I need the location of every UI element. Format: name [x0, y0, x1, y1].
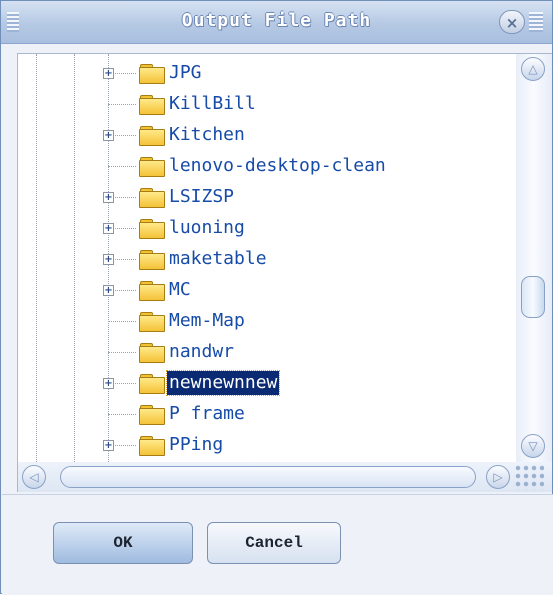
folder-label[interactable]: MC — [169, 278, 191, 302]
ok-button[interactable]: OK — [53, 522, 193, 564]
tree-connector-line — [108, 352, 136, 353]
folder-icon — [139, 156, 165, 177]
scroll-up-button[interactable]: △ — [521, 57, 545, 81]
tree-connector-line — [108, 321, 136, 322]
tree-item[interactable]: + LSIZSP — [18, 185, 513, 209]
tree-item[interactable]: lenovo-desktop-clean — [18, 154, 513, 178]
tree-item[interactable]: + JPG — [18, 61, 513, 85]
horizontal-scroll-thumb[interactable] — [60, 466, 476, 488]
tree-item[interactable]: Mem-Map — [18, 309, 513, 333]
expand-toggle-icon[interactable]: + — [103, 223, 114, 234]
expand-toggle-icon[interactable]: + — [103, 68, 114, 79]
cancel-button[interactable]: Cancel — [207, 522, 341, 564]
tree-item[interactable]: + Kitchen — [18, 123, 513, 147]
folder-label[interactable]: nandwr — [169, 340, 234, 364]
folder-tree-panel: + JPG KillBill + Kitchen lenovo-desktop-clean… — [17, 53, 552, 492]
expand-toggle-icon[interactable]: + — [103, 192, 114, 203]
expand-toggle-icon[interactable]: + — [103, 378, 114, 389]
folder-label[interactable]: maketable — [169, 247, 267, 271]
tree-connector-line — [108, 104, 136, 105]
tree-item[interactable]: + luoning — [18, 216, 513, 240]
folder-icon — [139, 342, 165, 363]
tree-item[interactable]: KillBill — [18, 92, 513, 116]
folder-icon — [139, 94, 165, 115]
scroll-down-button[interactable]: ▽ — [521, 434, 545, 458]
folder-icon — [139, 435, 165, 456]
folder-icon — [139, 63, 165, 84]
expand-toggle-icon[interactable]: + — [103, 254, 114, 265]
horizontal-scrollbar[interactable]: ◁ ▷ — [18, 462, 552, 492]
folder-label[interactable]: lenovo-desktop-clean — [169, 154, 386, 178]
tree-item[interactable]: nandwr — [18, 340, 513, 364]
vertical-scroll-thumb[interactable] — [521, 276, 545, 318]
expand-toggle-icon[interactable]: + — [103, 285, 114, 296]
scroll-right-button[interactable]: ▷ — [486, 465, 510, 489]
folder-label[interactable]: Kitchen — [169, 123, 245, 147]
folder-icon — [139, 187, 165, 208]
tree-item[interactable]: + PPing — [18, 433, 513, 457]
folder-label[interactable]: PPing — [169, 433, 223, 457]
tree-item[interactable]: + MC — [18, 278, 513, 302]
folder-icon — [139, 311, 165, 332]
tree-connector-line — [108, 166, 136, 167]
folder-label[interactable]: P frame — [169, 402, 245, 426]
folder-tree[interactable]: + JPG KillBill + Kitchen lenovo-desktop-clean… — [18, 54, 513, 462]
folder-icon — [139, 249, 165, 270]
folder-label[interactable]: luoning — [169, 216, 245, 240]
output-file-path-dialog: Output File Path × + JPG KillBill + Kitchen l… — [0, 0, 553, 595]
expand-toggle-icon[interactable]: + — [103, 440, 114, 451]
expand-toggle-icon[interactable]: + — [103, 130, 114, 141]
vertical-scrollbar[interactable]: △ ▽ — [516, 54, 552, 462]
folder-label[interactable]: KillBill — [169, 92, 256, 116]
folder-label[interactable]: Mem-Map — [169, 309, 245, 333]
tree-item[interactable]: + newnewnnew — [18, 370, 513, 396]
resize-grip[interactable] — [514, 464, 544, 490]
tree-connector-line — [108, 414, 136, 415]
folder-label[interactable]: newnewnnew — [165, 370, 281, 396]
folder-icon — [139, 280, 165, 301]
close-button[interactable]: × — [499, 10, 525, 34]
title-grip-right — [529, 12, 543, 32]
folder-label[interactable]: LSIZSP — [169, 185, 234, 209]
folder-label[interactable]: JPG — [169, 61, 202, 85]
tree-item[interactable]: + maketable — [18, 247, 513, 271]
dialog-title: Output File Path — [181, 10, 372, 31]
folder-icon — [139, 125, 165, 146]
tree-item[interactable]: P frame — [18, 402, 513, 426]
folder-icon — [139, 373, 165, 394]
scroll-left-button[interactable]: ◁ — [22, 465, 46, 489]
folder-icon — [139, 218, 165, 239]
folder-icon — [139, 404, 165, 425]
title-bar[interactable]: Output File Path × — [1, 1, 552, 44]
